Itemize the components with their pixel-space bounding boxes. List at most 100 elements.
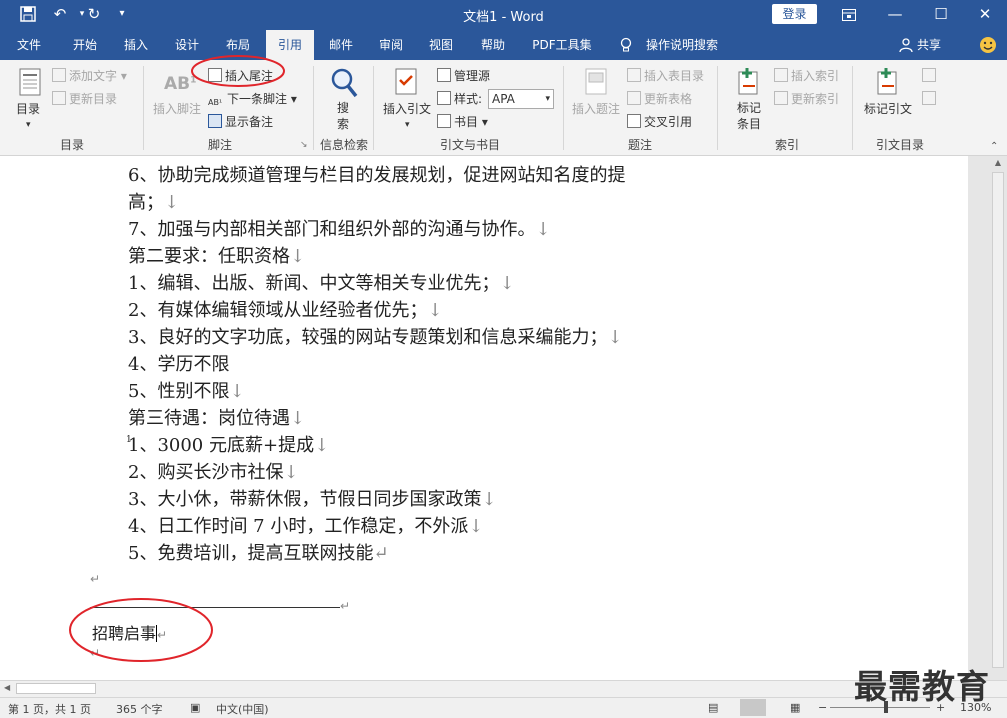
- paragraph[interactable]: 高；↓: [128, 190, 179, 216]
- bibliography-icon: [437, 114, 451, 128]
- print-layout-icon[interactable]: [740, 699, 766, 716]
- endnote-reference-mark: 1: [126, 435, 132, 445]
- insert-table-of-figures-button[interactable]: 插入表目录: [627, 67, 704, 85]
- mark-entry-button[interactable]: 标记条目: [737, 100, 763, 132]
- insert-citation-dropdown-icon[interactable]: ▾: [405, 116, 410, 134]
- update-table-icon: [627, 91, 641, 105]
- paragraph[interactable]: 3、大小休，带薪休假，节假日同步国家政策↓: [128, 487, 497, 513]
- group-separator: [563, 66, 564, 150]
- paragraph[interactable]: 2、购买长沙市社保↓: [128, 460, 299, 486]
- toc-dropdown-icon[interactable]: ▾: [26, 116, 31, 134]
- tab-review[interactable]: 审阅: [368, 30, 414, 60]
- tab-home[interactable]: 开始: [62, 30, 108, 60]
- insert-toa-icon[interactable]: [922, 67, 939, 85]
- update-table-button[interactable]: 更新表格: [627, 90, 692, 108]
- group-label-toa: 引文目录: [875, 138, 924, 152]
- add-text-button[interactable]: 添加文字 ▾: [52, 67, 127, 85]
- ribbon-display-icon[interactable]: [826, 0, 872, 30]
- search-button[interactable]: 搜索: [337, 100, 351, 132]
- update-toa-icon[interactable]: [922, 90, 939, 108]
- share-person-icon[interactable]: [896, 30, 916, 60]
- mark-entry-icon[interactable]: [737, 68, 763, 96]
- group-separator: [852, 66, 853, 150]
- page-count[interactable]: 第 1 页，共 1 页: [8, 701, 91, 717]
- manage-sources-button[interactable]: 管理源: [437, 67, 490, 85]
- next-footnote-button[interactable]: AB¹ 下一条脚注 ▾: [208, 90, 297, 108]
- tab-pdf-tools[interactable]: PDF工具集: [524, 30, 600, 60]
- citation-style-select[interactable]: APA ▾: [488, 89, 554, 109]
- line-break-mark: ↓: [283, 462, 299, 483]
- search-magnifier-icon[interactable]: [330, 68, 358, 98]
- tab-insert[interactable]: 插入: [113, 30, 159, 60]
- next-footnote-icon: AB¹: [208, 98, 223, 107]
- proofing-icon[interactable]: ▣: [190, 701, 200, 714]
- insert-index-icon: [774, 68, 788, 82]
- insert-index-button[interactable]: 插入索引: [774, 67, 839, 85]
- line-break-mark: ↓: [314, 435, 330, 456]
- close-icon[interactable]: ✕: [962, 0, 1007, 30]
- paragraph[interactable]: 1、编辑、出版、新闻、中文等相关专业优先；↓: [128, 271, 515, 297]
- word-count[interactable]: 365 个字: [116, 701, 163, 717]
- insert-footnote-button[interactable]: 插入脚注: [153, 100, 201, 118]
- line-break-mark: ↓: [229, 381, 245, 402]
- horizontal-scrollbar-thumb[interactable]: [16, 683, 96, 694]
- line-break-mark: ↓: [468, 516, 484, 537]
- paragraph[interactable]: 5、免费培训，提高互联网技能↵: [128, 541, 389, 567]
- tab-file[interactable]: 文件: [8, 30, 50, 60]
- share-button[interactable]: 共享: [916, 30, 942, 60]
- group-separator: [373, 66, 374, 150]
- group-label-captions: 题注: [627, 138, 652, 152]
- paragraph[interactable]: 第二要求：任职资格↓: [128, 244, 305, 270]
- style-label: 样式:: [437, 90, 482, 108]
- read-mode-icon[interactable]: ▤: [708, 701, 718, 714]
- language-indicator[interactable]: 中文(中国): [216, 701, 269, 717]
- paragraph[interactable]: 4、日工作时间 7 小时，工作稳定，不外派↓: [128, 514, 483, 540]
- paragraph[interactable]: 5、性别不限↓: [128, 379, 245, 405]
- update-index-button[interactable]: 更新索引: [774, 90, 839, 108]
- paragraph[interactable]: 2、有媒体编辑领域从业经验者优先；↓: [128, 298, 443, 324]
- scroll-left-icon[interactable]: ◀: [4, 683, 10, 692]
- vertical-scrollbar-thumb[interactable]: [992, 172, 1004, 668]
- tab-mailings[interactable]: 邮件: [318, 30, 364, 60]
- tab-help[interactable]: 帮助: [470, 30, 516, 60]
- tell-me-search[interactable]: 操作说明搜索: [640, 30, 724, 60]
- paragraph-mark: ↵: [90, 572, 101, 586]
- cross-reference-button[interactable]: 交叉引用: [627, 113, 692, 131]
- group-separator: [143, 66, 144, 150]
- lightbulb-icon: [616, 30, 636, 60]
- group-label-citations: 引文与书目: [439, 138, 500, 152]
- maximize-icon[interactable]: ☐: [918, 0, 964, 30]
- table-of-contents-icon[interactable]: [18, 68, 44, 96]
- minimize-icon[interactable]: —: [872, 0, 918, 30]
- references-ribbon: 目录 ▾ 添加文字 ▾ 更新目录 目录 AB1 插入脚注 插入尾注 AB¹ 下一条…: [0, 55, 1007, 156]
- collapse-ribbon-icon[interactable]: ⌃: [990, 138, 998, 156]
- line-break-mark: ↓: [427, 300, 443, 321]
- mark-citation-icon[interactable]: [874, 68, 900, 96]
- insert-footnote-icon[interactable]: AB1: [164, 74, 196, 102]
- paragraph[interactable]: 1 1、3000 元底薪+提成↓: [126, 433, 330, 459]
- scroll-up-icon[interactable]: ▲: [992, 158, 1004, 170]
- show-notes-button[interactable]: 显示备注: [208, 113, 273, 131]
- insert-caption-icon[interactable]: [584, 68, 610, 96]
- tab-view[interactable]: 视图: [418, 30, 464, 60]
- update-toc-button[interactable]: 更新目录: [52, 90, 117, 108]
- paragraph[interactable]: 6、协助完成频道管理与栏目的发展规划，促进网站知名度的提: [128, 163, 625, 189]
- paragraph[interactable]: 第三待遇：岗位待遇↓: [128, 406, 305, 432]
- mark-citation-button[interactable]: 标记引文: [864, 100, 912, 118]
- web-layout-icon[interactable]: ▦: [790, 701, 800, 714]
- paragraph[interactable]: 4、学历不限: [128, 352, 229, 378]
- group-label-footnote: 脚注: [207, 138, 232, 152]
- zoom-out-icon[interactable]: −: [818, 701, 827, 714]
- insert-caption-button[interactable]: 插入题注: [572, 100, 620, 118]
- paragraph[interactable]: 3、良好的文字功底，较强的网站专题策划和信息采编能力；↓: [128, 325, 623, 351]
- feedback-smiley-icon[interactable]: [976, 30, 1000, 60]
- title-bar: ↶ ▾ ↻ ▾ 文档1 - Word 登录 — ☐ ✕: [0, 0, 1007, 30]
- paragraph[interactable]: 7、加强与内部相关部门和组织外部的沟通与协作。↓: [128, 217, 551, 243]
- insert-citation-icon[interactable]: [394, 68, 420, 96]
- login-button[interactable]: 登录: [772, 4, 817, 24]
- footnote-dialog-launcher-icon[interactable]: ↘: [300, 136, 308, 154]
- paragraph-mark: ↵: [340, 599, 351, 613]
- add-text-icon: [52, 68, 66, 82]
- bibliography-button[interactable]: 书目 ▾: [437, 113, 488, 131]
- document-canvas[interactable]: 6、协助完成频道管理与栏目的发展规划，促进网站知名度的提 高；↓ 7、加强与内部…: [0, 156, 968, 680]
